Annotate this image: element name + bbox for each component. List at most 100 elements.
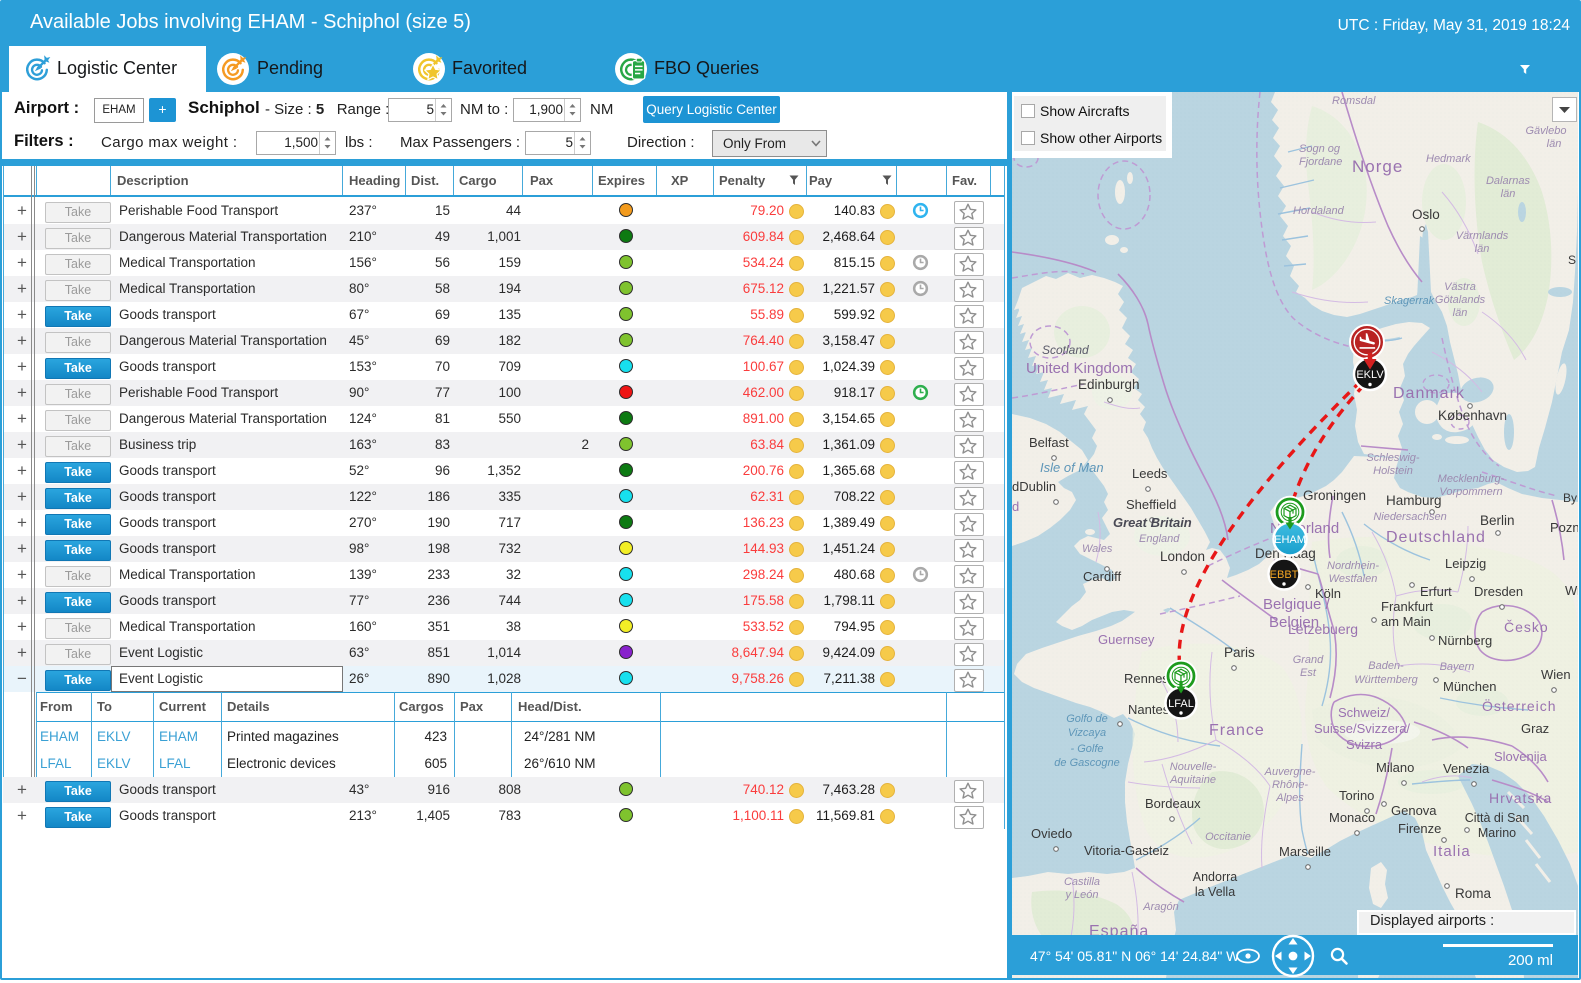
svg-text:Vorpommern: Vorpommern xyxy=(1439,486,1502,498)
svg-text:United Kingdom: United Kingdom xyxy=(1026,360,1133,377)
svg-text:Est: Est xyxy=(1300,667,1317,679)
svg-text:Nouvelle-: Nouvelle- xyxy=(1170,761,1217,773)
svg-text:Graz: Graz xyxy=(1521,721,1549,736)
svg-text:län: län xyxy=(1453,307,1468,319)
svg-text:de Gascogne: de Gascogne xyxy=(1054,757,1119,769)
svg-text:Danmark: Danmark xyxy=(1393,385,1465,402)
svg-text:Holstein: Holstein xyxy=(1373,465,1413,477)
svg-text:Hrvatska: Hrvatska xyxy=(1489,790,1552,806)
svg-text:Firenze: Firenze xyxy=(1398,821,1441,836)
svg-text:Oslo: Oslo xyxy=(1412,207,1440,222)
svg-text:Götalands: Götalands xyxy=(1435,294,1486,306)
svg-text:Aquitaine: Aquitaine xyxy=(1169,774,1216,786)
svg-text:Berlin: Berlin xyxy=(1480,513,1515,528)
svg-text:Marseille: Marseille xyxy=(1279,844,1331,859)
svg-text:Bayern: Bayern xyxy=(1440,661,1475,673)
svg-text:Nordrhein-: Nordrhein- xyxy=(1327,560,1379,572)
svg-text:Marino: Marino xyxy=(1478,826,1516,840)
svg-text:Baden-: Baden- xyxy=(1368,660,1404,672)
svg-text:Frankfurt: Frankfurt xyxy=(1381,599,1433,614)
svg-text:Pozn: Pozn xyxy=(1550,520,1578,535)
svg-text:län: län xyxy=(1475,243,1490,255)
svg-text:Torino: Torino xyxy=(1339,788,1374,803)
svg-text:d: d xyxy=(1012,499,1019,514)
svg-text:Guernsey: Guernsey xyxy=(1098,632,1155,647)
svg-text:Bordeaux: Bordeaux xyxy=(1145,796,1201,811)
svg-text:Sogn og: Sogn og xyxy=(1299,143,1341,155)
svg-text:London: London xyxy=(1160,549,1205,564)
svg-text:Mecklenburg-: Mecklenburg- xyxy=(1438,473,1505,485)
svg-text:Gävlebo: Gävlebo xyxy=(1526,125,1567,137)
svg-text:Isle of Man: Isle of Man xyxy=(1040,460,1104,475)
svg-text:Milano: Milano xyxy=(1376,760,1414,775)
svg-text:- Golfe: - Golfe xyxy=(1070,743,1103,755)
svg-text:Deutschland: Deutschland xyxy=(1386,529,1486,546)
svg-text:Andorra: Andorra xyxy=(1193,870,1238,884)
svg-text:Belgien: Belgien xyxy=(1269,614,1319,631)
svg-text:dDublin: dDublin xyxy=(1012,479,1056,494)
svg-text:Wroc: Wroc xyxy=(1565,583,1578,598)
svg-text:Roma: Roma xyxy=(1455,886,1492,901)
svg-text:Paris: Paris xyxy=(1224,645,1255,660)
svg-text:Hedmark: Hedmark xyxy=(1426,153,1471,165)
svg-text:y León: y León xyxy=(1064,889,1098,901)
svg-text:Vizcaya: Vizcaya xyxy=(1068,727,1106,739)
svg-text:Česko: Česko xyxy=(1504,619,1549,635)
svg-text:England: England xyxy=(1139,533,1180,545)
svg-text:München: München xyxy=(1443,679,1496,694)
svg-text:Romsdal: Romsdal xyxy=(1332,95,1376,107)
svg-text:Rennes: Rennes xyxy=(1124,671,1169,686)
svg-text:Norge: Norge xyxy=(1352,157,1403,176)
svg-text:Württemberg: Württemberg xyxy=(1354,674,1418,686)
svg-text:Schleswig-: Schleswig- xyxy=(1366,452,1420,464)
svg-text:France: France xyxy=(1209,722,1265,739)
svg-text:Alpes: Alpes xyxy=(1275,792,1304,804)
svg-text:Västra: Västra xyxy=(1444,281,1476,293)
svg-text:Westfalen: Westfalen xyxy=(1329,573,1378,585)
svg-text:Svizra: Svizra xyxy=(1346,737,1383,752)
svg-text:Rhône-: Rhône- xyxy=(1272,779,1308,791)
svg-text:Groningen: Groningen xyxy=(1303,488,1366,503)
svg-text:Edinburgh: Edinburgh xyxy=(1078,377,1140,392)
svg-text:Scotland: Scotland xyxy=(1042,343,1089,357)
svg-text:By: By xyxy=(1563,491,1577,505)
svg-text:Venezia: Venezia xyxy=(1443,761,1490,776)
svg-text:Slovenija: Slovenija xyxy=(1494,749,1548,764)
svg-text:am Main: am Main xyxy=(1381,614,1431,629)
svg-text:Dalarnas: Dalarnas xyxy=(1486,175,1531,187)
svg-text:S: S xyxy=(1568,253,1576,267)
svg-text:Sheffield: Sheffield xyxy=(1126,497,1176,512)
svg-text:LFAL: LFAL xyxy=(1168,698,1194,710)
svg-text:Belgique /: Belgique / xyxy=(1263,596,1331,613)
svg-text:Great Britain: Great Britain xyxy=(1113,515,1192,530)
svg-text:Leipzig: Leipzig xyxy=(1445,556,1486,571)
svg-text:län: län xyxy=(1501,188,1516,200)
svg-text:Auvergne-: Auvergne- xyxy=(1264,766,1316,778)
svg-text:Città di San: Città di San xyxy=(1465,811,1530,825)
svg-text:Genova: Genova xyxy=(1391,803,1437,818)
svg-text:Oviedo: Oviedo xyxy=(1031,826,1072,841)
svg-text:Leeds: Leeds xyxy=(1132,466,1168,481)
svg-text:Vitoria-Gasteiz: Vitoria-Gasteiz xyxy=(1084,843,1169,858)
svg-text:København: København xyxy=(1438,408,1507,423)
svg-text:Skagerrak: Skagerrak xyxy=(1384,295,1435,307)
svg-text:Nantes: Nantes xyxy=(1128,702,1170,717)
svg-text:Suisse/Svizzera/: Suisse/Svizzera/ xyxy=(1314,721,1410,736)
svg-text:Occitanie: Occitanie xyxy=(1205,831,1251,843)
svg-text:Värmlands: Värmlands xyxy=(1456,230,1509,242)
svg-text:Hordaland: Hordaland xyxy=(1293,205,1345,217)
svg-text:EHAM: EHAM xyxy=(1274,534,1306,546)
svg-text:Cardiff: Cardiff xyxy=(1083,569,1121,584)
svg-text:Aragón: Aragón xyxy=(1142,901,1178,913)
svg-text:Erfurt: Erfurt xyxy=(1420,584,1452,599)
svg-text:EBBT: EBBT xyxy=(1270,569,1299,581)
svg-text:Castilla: Castilla xyxy=(1064,876,1100,888)
svg-text:Wien: Wien xyxy=(1541,667,1571,682)
svg-text:Niedersachsen: Niedersachsen xyxy=(1373,511,1446,523)
svg-text:Italia: Italia xyxy=(1433,843,1471,860)
svg-text:Belfast: Belfast xyxy=(1029,435,1069,450)
svg-text:Hamburg: Hamburg xyxy=(1386,493,1442,508)
svg-text:Schweiz/: Schweiz/ xyxy=(1338,705,1390,720)
svg-text:Nürnberg: Nürnberg xyxy=(1438,633,1492,648)
svg-text:Grand: Grand xyxy=(1293,654,1324,666)
